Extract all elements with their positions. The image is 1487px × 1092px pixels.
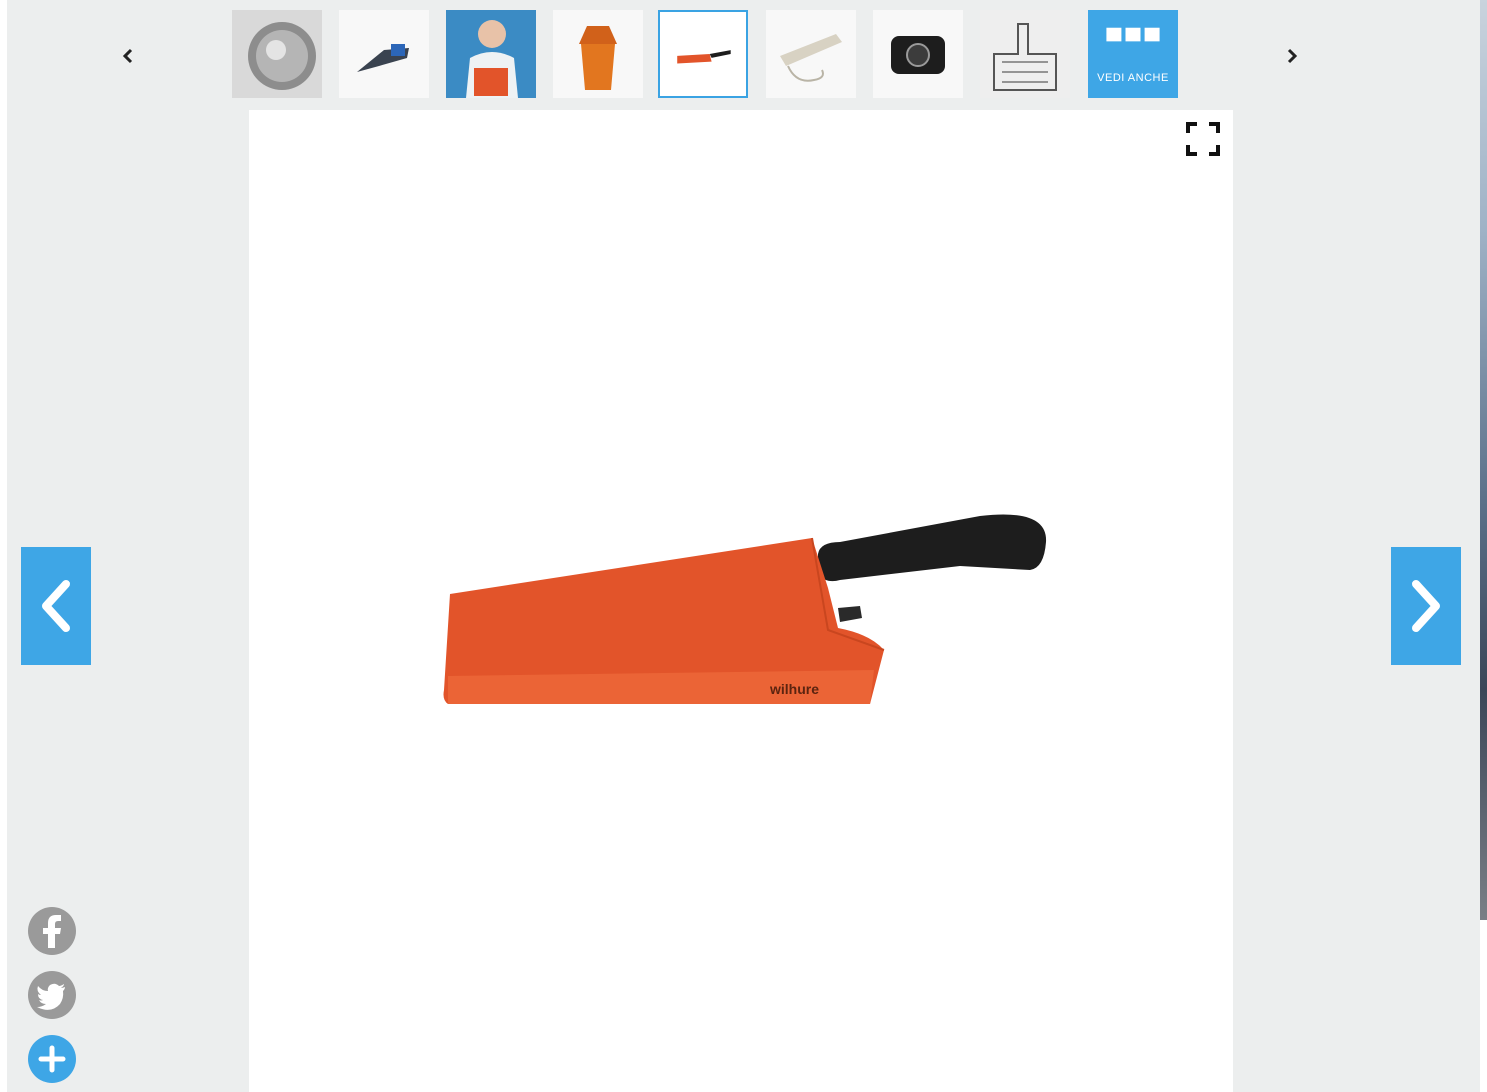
orange-bin-thumb-image [553,10,643,98]
thumbnail-orange-bin[interactable] [553,10,643,98]
grid-icon [1106,27,1160,42]
prev-image-button[interactable] [21,547,91,665]
share-twitter-button[interactable] [27,970,77,1020]
share-more-button[interactable] [27,1034,77,1084]
orange-knife-block-thumb-image [660,12,746,96]
round-metal-object-thumb-image [232,10,322,98]
more-items-tile[interactable]: VEDI ANCHE [1088,10,1178,98]
chevron-left-icon [122,48,133,64]
next-image-button[interactable] [1391,547,1461,665]
product-image-knife-block: wilhure [443,514,1047,704]
chevron-right-icon [1287,48,1298,64]
arrow-right-icon [1412,580,1440,632]
more-items-label: VEDI ANCHE [1097,72,1169,84]
thumbnail-round-metal-object[interactable] [232,10,322,98]
thumbnail-power-strip[interactable] [766,10,856,98]
thumb-prev-button[interactable] [113,38,143,74]
black-camera-thumb-image [873,10,963,98]
twitter-icon [28,971,76,1019]
product-brand-mark: wilhure [769,681,819,697]
thumbnail-small-device[interactable] [339,10,429,98]
share-facebook-button[interactable] [27,906,77,956]
machine-sketch-thumb-image [980,10,1070,98]
background-page-edge [1480,0,1487,920]
plus-icon [28,1035,76,1083]
power-strip-thumb-image [766,10,856,98]
thumbnail-black-camera[interactable] [873,10,963,98]
thumbnail-man-with-orange-box[interactable] [446,10,536,98]
thumbnail-orange-knife-block[interactable] [658,10,748,98]
man-with-orange-box-thumb-image [446,10,536,98]
fullscreen-button[interactable] [1185,121,1221,157]
fullscreen-icon [1186,122,1220,156]
thumbnail-machine-sketch[interactable] [980,10,1070,98]
small-device-thumb-image [339,10,429,98]
thumb-next-button[interactable] [1277,38,1307,74]
facebook-icon [28,907,76,955]
arrow-left-icon [42,580,70,632]
